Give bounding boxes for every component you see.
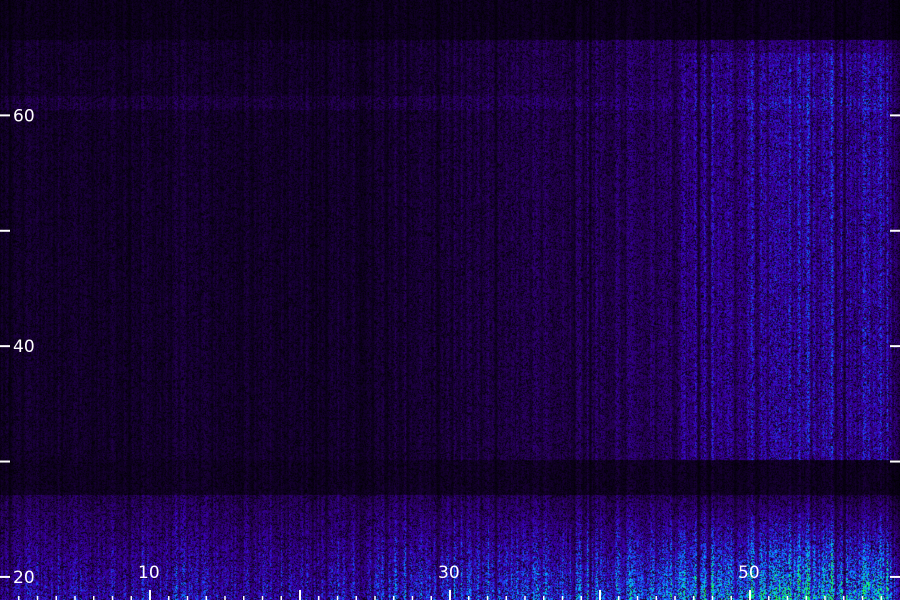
spectrogram: 20 40 60 10 30 50	[0, 0, 900, 600]
y-tick-label-4: 60	[13, 106, 35, 126]
y-tick-label-0: 20	[13, 568, 35, 588]
x-tick-label-2: 30	[438, 563, 460, 583]
x-tick-label-4: 50	[738, 563, 760, 583]
x-tick-label-0: 10	[138, 563, 160, 583]
y-tick-label-2: 40	[13, 337, 35, 357]
axis-overlay: 20 40 60 10 30 50	[0, 106, 900, 600]
